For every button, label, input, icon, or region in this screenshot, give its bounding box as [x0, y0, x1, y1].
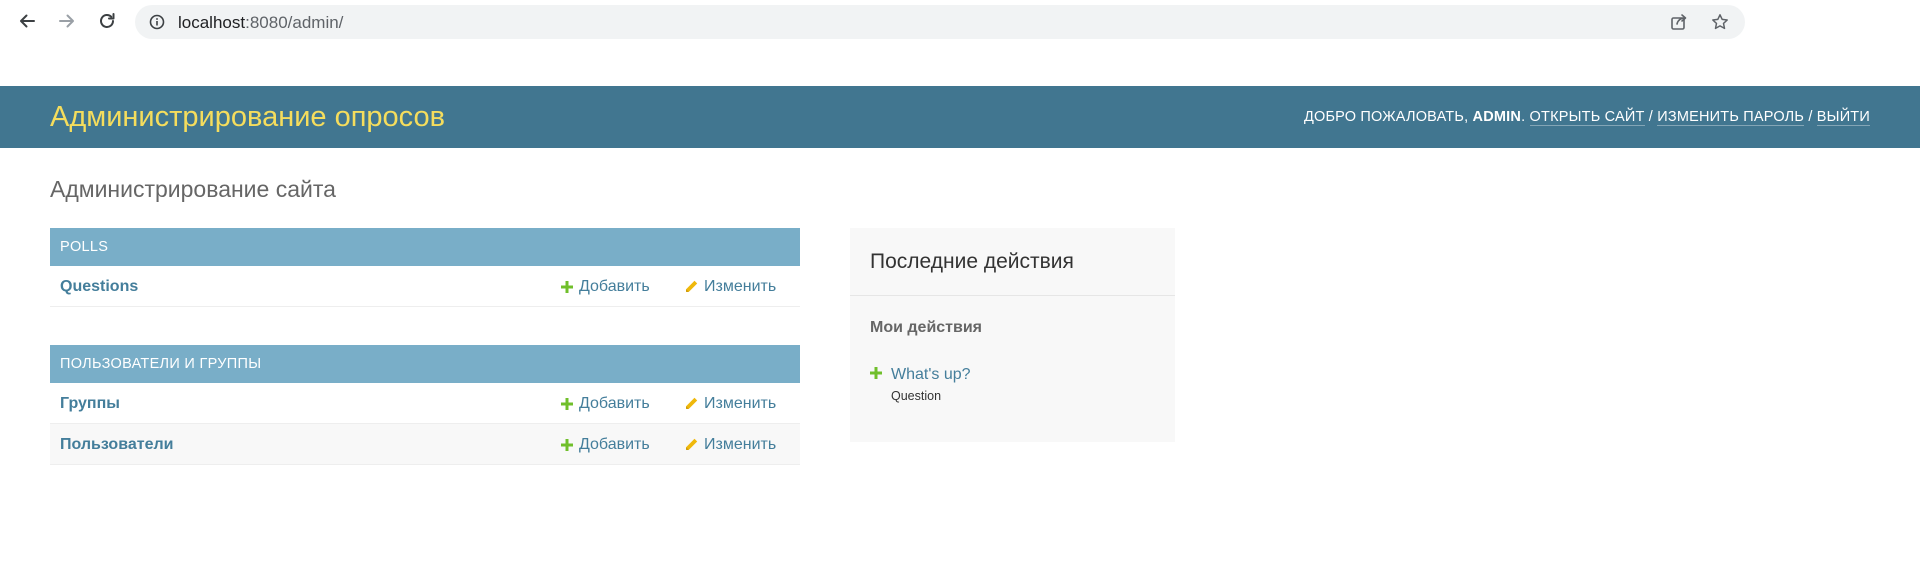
- change-link[interactable]: Изменить: [684, 277, 776, 296]
- model-row-questions: Questions Добавить Изменить: [50, 266, 800, 307]
- change-label: Изменить: [704, 436, 777, 453]
- separator: /: [1648, 109, 1654, 125]
- reload-button[interactable]: [93, 7, 121, 35]
- module-caption[interactable]: POLLS: [50, 228, 800, 266]
- plus-icon: [870, 367, 882, 379]
- back-button[interactable]: [13, 7, 41, 35]
- module-caption[interactable]: ПОЛЬЗОВАТЕЛИ И ГРУППЫ: [50, 345, 800, 383]
- add-label: Добавить: [579, 395, 650, 412]
- url-host: localhost: [178, 13, 246, 32]
- pencil-icon: [686, 280, 698, 292]
- recent-actions-panel: Последние действия Мои действия What's u…: [850, 228, 1175, 442]
- user-tools: ДОБРО ПОЖАЛОВАТЬ, ADMIN. ОТКРЫТЬ САЙТ / …: [1304, 108, 1870, 126]
- view-site-link[interactable]: ОТКРЫТЬ САЙТ: [1529, 109, 1645, 126]
- separator: /: [1808, 109, 1813, 125]
- plus-icon: [561, 397, 573, 410]
- change-link[interactable]: Изменить: [684, 435, 776, 454]
- change-label: Изменить: [704, 395, 777, 412]
- arrow-right-icon: [59, 14, 74, 28]
- logout-link[interactable]: ВЫЙТИ: [1816, 109, 1870, 126]
- change-label: Изменить: [704, 278, 777, 295]
- reload-icon: [100, 13, 115, 28]
- model-link[interactable]: Пользователи: [60, 435, 173, 454]
- username: ADMIN: [1472, 109, 1522, 125]
- page-title: Администрирование сайта: [50, 176, 336, 202]
- model-link[interactable]: Группы: [60, 394, 120, 413]
- add-link[interactable]: Добавить: [561, 435, 650, 454]
- add-link[interactable]: Добавить: [561, 277, 650, 296]
- welcome-text: ДОБРО ПОЖАЛОВАТЬ,: [1303, 109, 1469, 125]
- dot-separator: .: [1521, 109, 1526, 125]
- plus-icon: [561, 280, 573, 293]
- share-icon[interactable]: [1670, 13, 1688, 31]
- my-actions-heading: Мои действия: [870, 319, 983, 336]
- recent-action-link[interactable]: What's up?: [891, 365, 971, 384]
- url-text[interactable]: localhost:8080/admin/: [178, 13, 343, 32]
- address-bar[interactable]: localhost:8080/admin/: [135, 5, 1745, 39]
- recent-action-type: Question: [891, 389, 942, 403]
- star-icon[interactable]: [1711, 13, 1729, 31]
- browser-toolbar: localhost:8080/admin/: [0, 0, 1920, 44]
- site-branding[interactable]: Администрирование опросов: [50, 100, 445, 134]
- info-icon[interactable]: [149, 14, 165, 30]
- forward-button[interactable]: [53, 7, 81, 35]
- model-row-groups: Группы Добавить Изменить: [50, 383, 800, 424]
- add-label: Добавить: [579, 278, 650, 295]
- model-row-users: Пользователи Добавить Изменить: [50, 424, 800, 465]
- change-password-link[interactable]: ИЗМЕНИТЬ ПАРОЛЬ: [1657, 109, 1805, 126]
- app-module-polls: POLLS Questions Добавить Изменить: [50, 228, 800, 307]
- pencil-icon: [686, 397, 698, 409]
- add-label: Добавить: [579, 436, 650, 453]
- recent-actions-title: Последние действия: [870, 250, 1074, 273]
- divider: [850, 295, 1175, 296]
- change-link[interactable]: Изменить: [684, 394, 776, 413]
- model-link[interactable]: Questions: [60, 277, 138, 296]
- app-module-auth: ПОЛЬЗОВАТЕЛИ И ГРУППЫ Группы Добавить Из…: [50, 345, 800, 465]
- url-path: :8080/admin/: [245, 13, 344, 32]
- add-link[interactable]: Добавить: [561, 394, 650, 413]
- arrow-left-icon: [20, 14, 35, 28]
- admin-header: Администрирование опросов ДОБРО ПОЖАЛОВА…: [0, 86, 1920, 148]
- plus-icon: [561, 438, 573, 451]
- pencil-icon: [686, 438, 698, 450]
